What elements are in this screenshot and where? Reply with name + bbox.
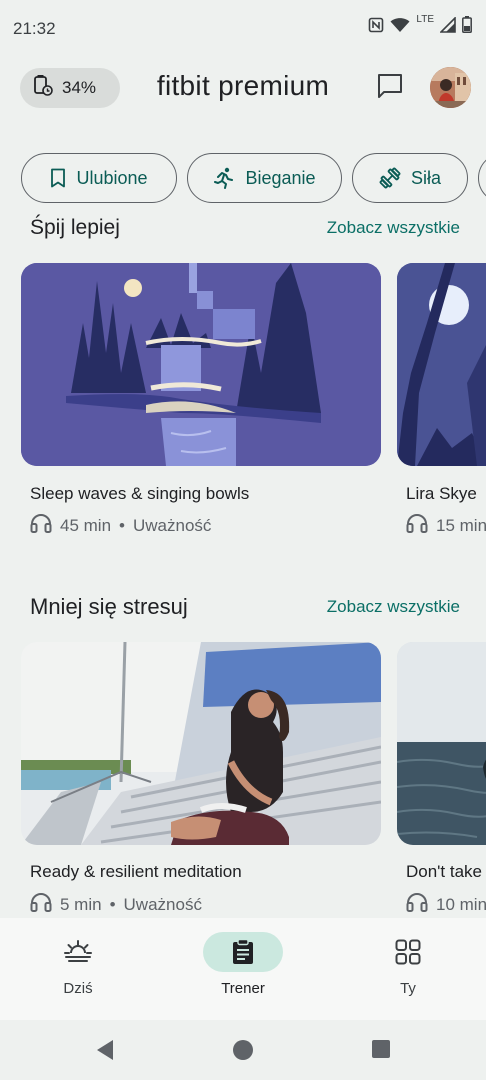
nav-item-ty[interactable]: Ty bbox=[358, 932, 458, 997]
status-time: 21:32 bbox=[13, 19, 56, 38]
nfc-icon bbox=[368, 17, 384, 33]
stress-card-image[interactable] bbox=[21, 642, 381, 845]
chip-label: Bieganie bbox=[245, 167, 316, 188]
card-meta: 15 min bbox=[406, 513, 486, 538]
card-category: Uważność bbox=[123, 894, 202, 914]
status-icons: LTE bbox=[368, 14, 472, 33]
network-type: LTE bbox=[416, 14, 434, 25]
chip-ulubione[interactable]: Ulubione bbox=[21, 153, 177, 203]
headphones-icon bbox=[406, 892, 428, 917]
sunrise-icon bbox=[38, 932, 118, 972]
recents-button[interactable] bbox=[371, 1039, 391, 1064]
avatar[interactable] bbox=[430, 67, 471, 108]
grid-icon bbox=[368, 932, 448, 972]
card-duration: 5 min bbox=[60, 894, 102, 914]
nav-item-dzis[interactable]: Dziś bbox=[28, 932, 128, 997]
card-meta: 5 min • Uważność bbox=[30, 892, 202, 917]
stress-card-image[interactable] bbox=[397, 642, 486, 845]
card-duration: 10 min bbox=[436, 894, 486, 914]
nav-label: Trener bbox=[221, 980, 265, 997]
bottom-navigation: Dziś Trener Ty bbox=[0, 918, 486, 1020]
app-header: 34% fitbit premium bbox=[0, 64, 486, 112]
system-navigation-bar bbox=[0, 1020, 486, 1080]
nav-label: Dziś bbox=[63, 980, 93, 997]
section-stress-header: Mniej się stresuj Zobacz wszystkie bbox=[0, 592, 486, 622]
sleep-card-image[interactable] bbox=[397, 263, 486, 466]
home-button[interactable] bbox=[232, 1039, 254, 1066]
sleep-card-image[interactable] bbox=[21, 263, 381, 466]
chip-more[interactable] bbox=[478, 153, 486, 203]
status-bar: 21:32 LTE bbox=[0, 0, 486, 58]
see-all-link[interactable]: Zobacz wszystkie bbox=[327, 218, 460, 238]
back-button[interactable] bbox=[95, 1039, 115, 1066]
card-category: Uważność bbox=[132, 515, 212, 535]
card-title: Sleep waves & singing bowls bbox=[30, 484, 250, 503]
chip-label: Siła bbox=[410, 167, 441, 188]
see-all-link[interactable]: Zobacz wszystkie bbox=[327, 597, 460, 617]
section-title: Śpij lepiej bbox=[30, 216, 120, 239]
battery-icon bbox=[462, 16, 472, 33]
card-title: Don't take bbox=[406, 862, 483, 881]
card-meta: 45 min • Uważność bbox=[30, 513, 211, 538]
headphones-icon bbox=[30, 513, 52, 538]
signal-icon bbox=[440, 16, 456, 33]
nav-label: Ty bbox=[400, 980, 416, 997]
card-title: Lira Skye bbox=[406, 484, 477, 503]
card-duration: 45 min bbox=[60, 515, 112, 535]
chat-icon bbox=[376, 72, 404, 105]
section-sleep-header: Śpij lepiej Zobacz wszystkie bbox=[0, 214, 486, 240]
bookmark-icon bbox=[50, 168, 66, 188]
dumbbell-icon bbox=[379, 167, 401, 189]
headphones-icon bbox=[406, 513, 428, 538]
meta-separator: • bbox=[119, 515, 125, 535]
app-title: fitbit premium bbox=[156, 70, 330, 101]
card-title: Ready & resilient meditation bbox=[30, 862, 242, 881]
chat-button[interactable] bbox=[374, 72, 406, 104]
headphones-icon bbox=[30, 892, 52, 917]
nav-item-trener[interactable]: Trener bbox=[193, 932, 293, 997]
clipboard-icon bbox=[203, 932, 283, 972]
chip-bieganie[interactable]: Bieganie bbox=[187, 153, 342, 203]
category-chips: Ulubione Bieganie Siła bbox=[0, 153, 486, 203]
running-icon bbox=[213, 167, 235, 189]
card-meta: 10 min bbox=[406, 892, 486, 917]
card-duration: 15 min bbox=[436, 515, 486, 535]
meta-separator: • bbox=[109, 894, 116, 914]
chip-label: Ulubione bbox=[76, 167, 148, 188]
section-title: Mniej się stresuj bbox=[30, 594, 188, 619]
chip-sila[interactable]: Siła bbox=[352, 153, 468, 203]
wifi-icon bbox=[390, 17, 410, 33]
